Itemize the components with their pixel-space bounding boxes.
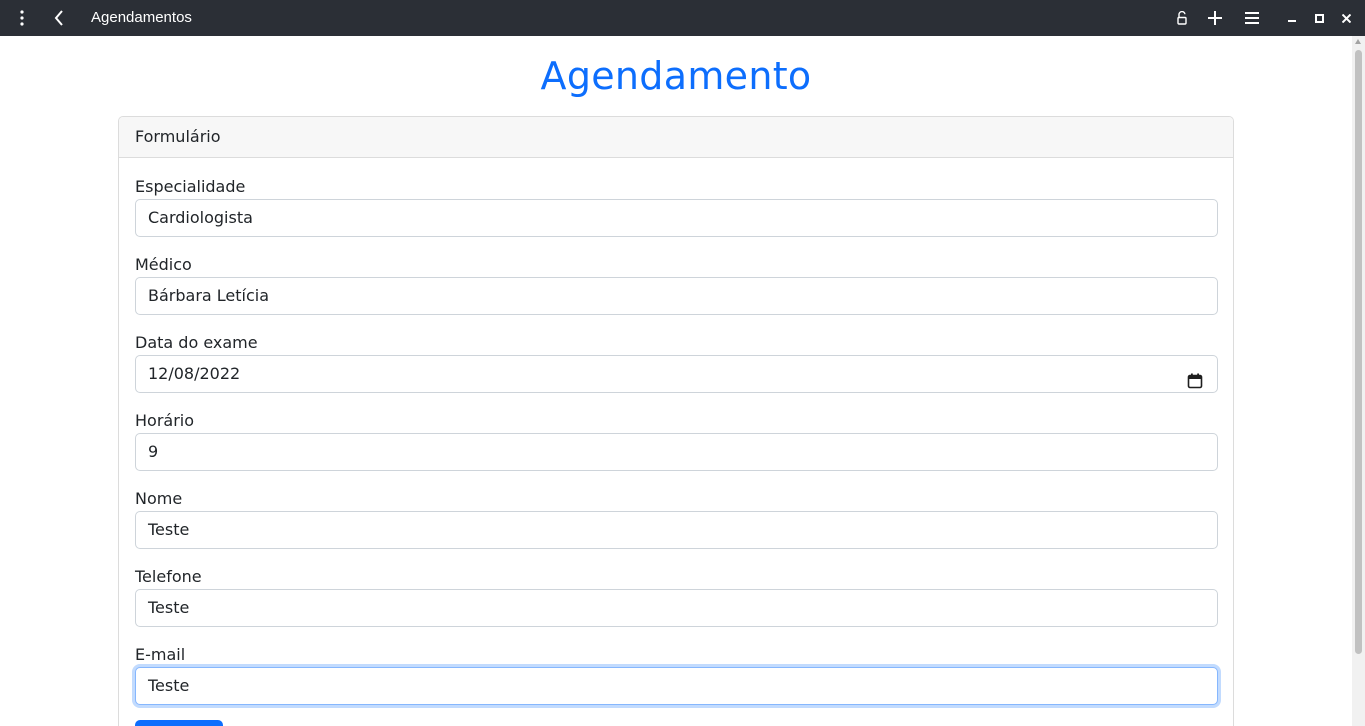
- unlock-icon[interactable]: [1168, 0, 1196, 36]
- telefone-field[interactable]: Teste: [135, 589, 1218, 627]
- scrollbar-thumb[interactable]: [1355, 50, 1362, 654]
- email-field[interactable]: Teste: [135, 667, 1218, 705]
- maximize-icon[interactable]: [1305, 0, 1333, 36]
- especialidade-field[interactable]: Cardiologista: [135, 199, 1218, 237]
- plus-icon[interactable]: [1201, 0, 1229, 36]
- horario-label: Horário: [135, 411, 195, 430]
- hamburger-icon[interactable]: [1238, 0, 1266, 36]
- nome-label: Nome: [135, 489, 183, 508]
- chevron-left-icon[interactable]: [45, 0, 73, 36]
- calendar-icon[interactable]: [1187, 366, 1203, 389]
- scrollbar[interactable]: [1352, 36, 1365, 726]
- vertical-dots-icon[interactable]: [8, 0, 36, 36]
- close-icon[interactable]: [1332, 0, 1360, 36]
- telefone-label: Telefone: [135, 567, 202, 586]
- window-titlebar: Agendamentos: [0, 0, 1365, 36]
- data-exame-field[interactable]: 12/08/2022: [135, 355, 1218, 393]
- card-header: Formulário: [119, 117, 1233, 158]
- minimize-icon[interactable]: [1278, 0, 1306, 36]
- medico-label: Médico: [135, 255, 192, 274]
- data-exame-value: 12/08/2022: [148, 364, 241, 383]
- especialidade-label: Especialidade: [135, 177, 246, 196]
- submit-button[interactable]: [135, 720, 223, 726]
- form-card: Formulário Especialidade Cardiologista M…: [118, 116, 1234, 726]
- nome-field[interactable]: Teste: [135, 511, 1218, 549]
- medico-field[interactable]: Bárbara Letícia: [135, 277, 1218, 315]
- email-label: E-mail: [135, 645, 186, 664]
- page-title: Agendamento: [540, 54, 812, 98]
- data-exame-label: Data do exame: [135, 333, 258, 352]
- horario-field[interactable]: 9: [135, 433, 1218, 471]
- window-title: Agendamentos: [91, 9, 192, 26]
- scroll-up-arrow-icon[interactable]: [1355, 39, 1361, 44]
